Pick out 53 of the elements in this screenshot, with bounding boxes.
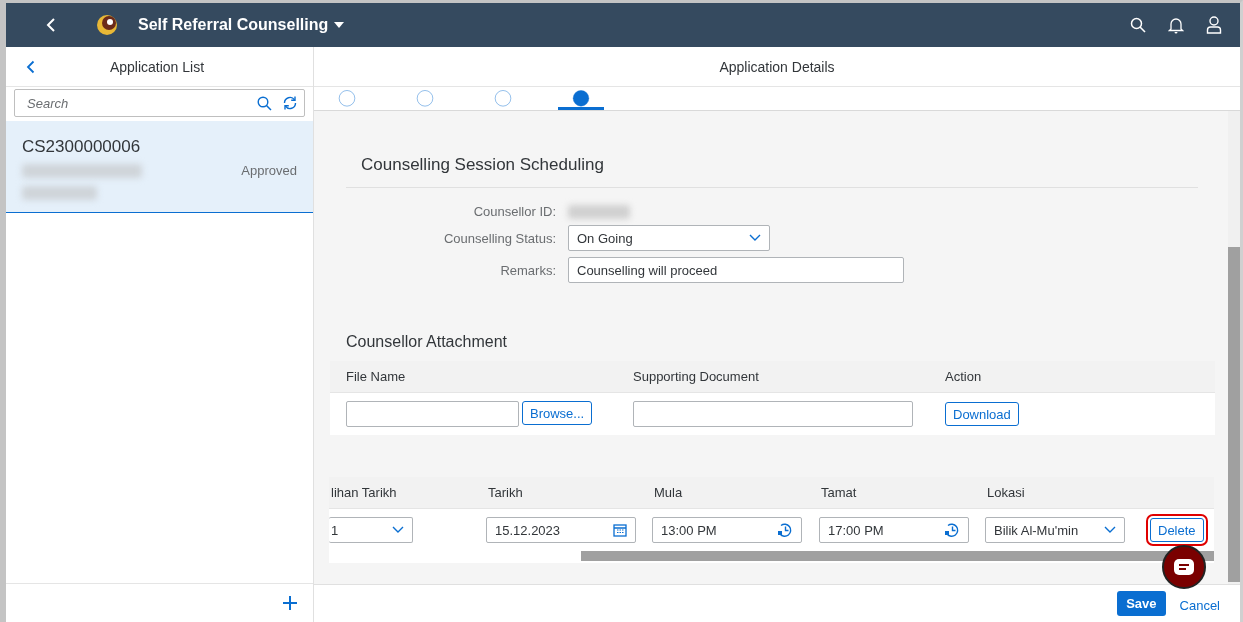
page-title: Application Details bbox=[314, 47, 1240, 87]
back-icon[interactable] bbox=[26, 59, 35, 74]
list-item[interactable]: CS2300000006 Approved bbox=[6, 121, 313, 213]
bell-icon[interactable] bbox=[1168, 16, 1184, 34]
scrollbar-thumb[interactable] bbox=[581, 551, 1214, 561]
chevron-down-icon bbox=[1104, 526, 1116, 534]
section-title: Counselling Session Scheduling bbox=[346, 155, 1198, 188]
column-header: Tarikh bbox=[487, 485, 523, 500]
clock-icon[interactable] bbox=[944, 522, 960, 538]
file-name-field[interactable] bbox=[346, 401, 519, 427]
dropdown-field[interactable]: Bilik Al-Mu'min bbox=[985, 517, 1125, 543]
clock-icon[interactable] bbox=[777, 522, 793, 538]
user-icon[interactable] bbox=[1206, 16, 1222, 34]
time-field[interactable]: 13:00 PM bbox=[652, 517, 802, 543]
browse-button[interactable]: Browse... bbox=[522, 401, 593, 425]
column-header: Action bbox=[929, 361, 1215, 393]
pane-title: Application List bbox=[108, 58, 206, 75]
scrollbar-thumb[interactable] bbox=[1228, 247, 1240, 582]
redacted-text bbox=[568, 204, 630, 219]
chevron-down-icon bbox=[749, 234, 761, 242]
field-label: Counselling Status: bbox=[443, 230, 556, 246]
chevron-down-icon bbox=[392, 526, 404, 534]
column-header: Mula bbox=[653, 485, 683, 500]
field-label: Remarks: bbox=[499, 262, 556, 278]
search-field[interactable]: Search bbox=[14, 89, 305, 117]
search-icon[interactable] bbox=[1130, 17, 1146, 33]
field-label: Counsellor ID: bbox=[472, 204, 556, 219]
column-header: Tamat bbox=[820, 485, 857, 500]
caret-icon bbox=[334, 22, 345, 28]
column-header: File Name bbox=[330, 361, 617, 393]
status-text: Approved bbox=[241, 163, 297, 178]
dropdown-field[interactable]: 1 bbox=[329, 517, 413, 543]
search-icon[interactable] bbox=[257, 95, 272, 111]
add-icon[interactable] bbox=[283, 596, 297, 610]
time-field[interactable]: 17:00 PM bbox=[819, 517, 969, 543]
calendar-icon[interactable] bbox=[613, 523, 627, 537]
date-field[interactable]: 15.12.2023 bbox=[486, 517, 636, 543]
remarks-field[interactable]: Counselling will proceed bbox=[568, 257, 904, 283]
status-dropdown[interactable]: On Going bbox=[568, 225, 770, 251]
column-header: Lokasi bbox=[986, 485, 1025, 500]
refresh-icon[interactable] bbox=[282, 95, 298, 111]
app-title-menu[interactable]: Self Referral Counselling bbox=[138, 16, 345, 34]
save-button[interactable]: Save bbox=[1117, 591, 1166, 616]
column-header: Supporting Document bbox=[617, 361, 929, 393]
column-header: lihan Tarikh bbox=[330, 485, 397, 500]
document-field[interactable] bbox=[633, 401, 913, 427]
application-id: CS2300000006 bbox=[22, 137, 142, 157]
cancel-button[interactable]: Cancel bbox=[1179, 598, 1220, 613]
download-button[interactable]: Download bbox=[945, 402, 1019, 426]
logo-icon bbox=[96, 14, 118, 36]
chat-icon bbox=[1174, 559, 1194, 575]
search-input[interactable]: Search bbox=[25, 94, 247, 112]
section-title: Counsellor Attachment bbox=[346, 333, 508, 351]
